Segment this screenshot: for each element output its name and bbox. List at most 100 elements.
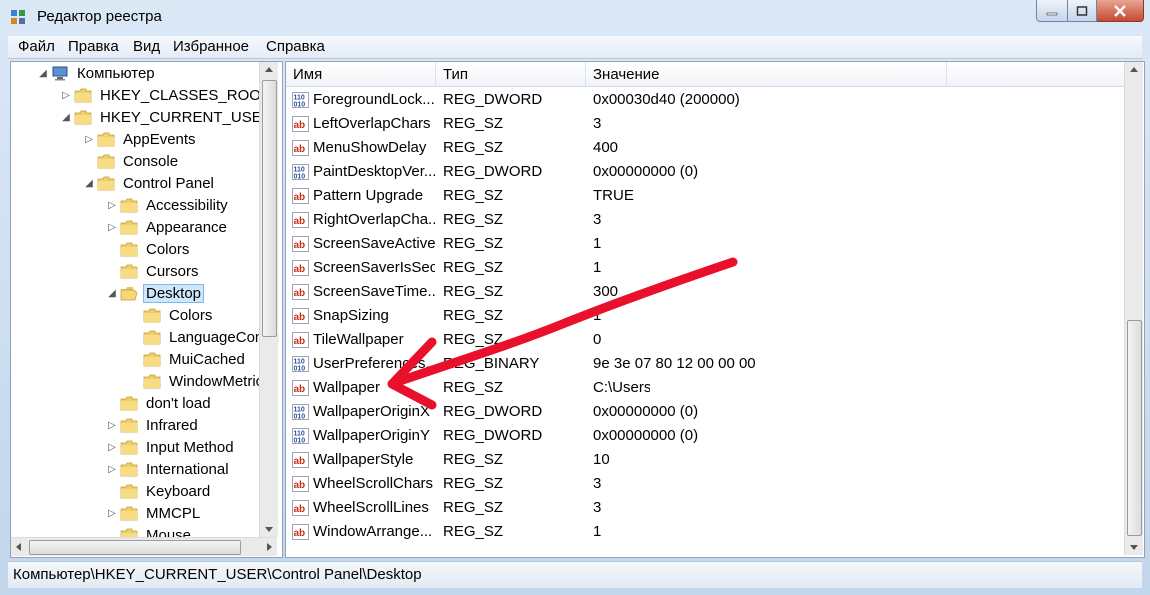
tree-node[interactable]: ▷ Infrared [106, 414, 201, 436]
menu-bar: Файл Правка Вид Избранное Справка [8, 36, 1142, 59]
tree-node-label: MMCPL [146, 504, 201, 522]
value-row[interactable]: ab WheelScrollChars REG_SZ 3 [286, 472, 1124, 496]
scroll-right-icon[interactable] [261, 538, 277, 556]
scroll-up-icon[interactable] [260, 62, 278, 78]
expanded-arrow-icon[interactable]: ◢ [83, 178, 95, 189]
tree-node[interactable]: MuiCached [129, 348, 248, 370]
value-row[interactable]: 110 010 ForegroundLock... REG_DWORD 0x00030d… [286, 88, 1124, 112]
value-row[interactable]: ab WindowArrange... REG_SZ 1 [286, 520, 1124, 544]
title-bar[interactable]: Редактор реестра [0, 0, 1150, 34]
list-vscroll-thumb[interactable] [1127, 320, 1142, 536]
value-row[interactable]: ab ScreenSaverIsSec... REG_SZ 1 [286, 256, 1124, 280]
value-type: REG_SZ [443, 475, 504, 492]
value-row[interactable]: ab TileWallpaper REG_SZ 0 [286, 328, 1124, 352]
scroll-down-icon[interactable] [1125, 539, 1143, 555]
maximize-button[interactable] [1068, 0, 1097, 22]
tree-node[interactable]: WindowMetrics [129, 370, 274, 392]
close-button[interactable] [1097, 0, 1144, 22]
scroll-up-icon[interactable] [1125, 62, 1143, 78]
tree-node[interactable]: ▷ Input Method [106, 436, 237, 458]
value-row[interactable]: ab WheelScrollLines REG_SZ 3 [286, 496, 1124, 520]
tree-node[interactable]: ▷ AppEvents [83, 128, 199, 150]
tree-node-label: Input Method [146, 438, 234, 456]
tree-node[interactable]: don't load [106, 392, 214, 414]
collapsed-arrow-icon[interactable]: ▷ [83, 134, 95, 145]
tree-node[interactable]: ▷ Appearance [106, 216, 230, 238]
svg-text:010: 010 [294, 174, 306, 181]
tree-node[interactable]: Cursors [106, 260, 202, 282]
menu-file[interactable]: Файл [18, 38, 55, 55]
folder-icon [74, 110, 92, 125]
tree-node[interactable]: Colors [129, 304, 215, 326]
svg-text:ab: ab [294, 384, 306, 395]
tree-node[interactable]: ▷ MMCPL [106, 502, 203, 524]
collapsed-arrow-icon[interactable]: ▷ [106, 508, 118, 519]
tree-node[interactable]: Colors [106, 238, 192, 260]
minimize-button[interactable] [1036, 0, 1068, 22]
string-value-icon: ab [292, 500, 309, 516]
value-data: 3 [593, 475, 602, 492]
expanded-arrow-icon[interactable]: ◢ [60, 112, 72, 123]
value-row[interactable]: ab WallpaperStyle REG_SZ 10 [286, 448, 1124, 472]
computer-icon [52, 66, 68, 81]
value-row[interactable]: ab RightOverlapCha... REG_SZ 3 [286, 208, 1124, 232]
collapsed-arrow-icon[interactable]: ▷ [106, 200, 118, 211]
column-header-value[interactable]: Значение [586, 62, 947, 86]
tree-node[interactable]: Console [83, 150, 181, 172]
folder-icon [120, 264, 138, 279]
value-type: REG_SZ [443, 379, 504, 396]
tree-node-label: Cursors [146, 262, 199, 280]
value-row[interactable]: 110 010 WallpaperOriginY REG_DWORD 0x0000000… [286, 424, 1124, 448]
tree-horizontal-scrollbar[interactable] [11, 537, 277, 556]
menu-edit[interactable]: Правка [68, 38, 119, 55]
values-list-pane[interactable]: Имя Тип Значение 110 010 ForegroundLock...… [285, 61, 1145, 558]
scroll-left-icon[interactable] [11, 538, 27, 556]
column-header-type[interactable]: Тип [436, 62, 586, 86]
scroll-down-icon[interactable] [260, 521, 278, 537]
list-vertical-scrollbar[interactable] [1124, 62, 1143, 555]
value-row[interactable]: ab ScreenSaveActive REG_SZ 1 [286, 232, 1124, 256]
value-type: REG_DWORD [443, 91, 543, 108]
value-row[interactable]: ab MenuShowDelay REG_SZ 400 [286, 136, 1124, 160]
tree-node[interactable]: ▷ HKEY_CLASSES_ROOT [60, 84, 273, 106]
expanded-arrow-icon[interactable]: ◢ [37, 68, 49, 79]
tree-node[interactable]: ▷ Accessibility [106, 194, 231, 216]
value-type: REG_SZ [443, 451, 504, 468]
column-header-name[interactable]: Имя [286, 62, 436, 86]
tree-vertical-scrollbar[interactable] [259, 62, 278, 537]
tree-node-label: Appearance [146, 218, 227, 236]
menu-view[interactable]: Вид [133, 38, 160, 55]
string-value-icon: ab [292, 212, 309, 228]
tree-vscroll-thumb[interactable] [262, 80, 277, 337]
tree-node[interactable]: ◢ Компьютер [37, 62, 158, 84]
tree-hscroll-thumb[interactable] [29, 540, 241, 555]
menu-favorites[interactable]: Избранное [173, 38, 249, 55]
folder-icon [97, 176, 115, 191]
collapsed-arrow-icon[interactable]: ▷ [60, 90, 72, 101]
collapsed-arrow-icon[interactable]: ▷ [106, 442, 118, 453]
svg-text:ab: ab [294, 528, 306, 539]
expanded-arrow-icon[interactable]: ◢ [106, 288, 118, 299]
tree-node[interactable]: ◢ Desktop [106, 282, 205, 304]
tree-node[interactable]: ◢ HKEY_CURRENT_USER [60, 106, 276, 128]
string-value-icon: ab [292, 260, 309, 276]
collapsed-arrow-icon[interactable]: ▷ [106, 420, 118, 431]
value-data: 3 [593, 499, 602, 516]
key-tree-pane[interactable]: ◢ Компьютер ▷ HKEY_CLASSES_ROOT ◢ HKEY_CURREN… [10, 61, 283, 558]
value-name: Pattern Upgrade [313, 187, 424, 204]
value-row[interactable]: ab ScreenSaveTime... REG_SZ 300 [286, 280, 1124, 304]
value-row[interactable]: ab Pattern Upgrade REG_SZ TRUE [286, 184, 1124, 208]
tree-node-label: AppEvents [123, 130, 196, 148]
value-row[interactable]: 110 010 PaintDesktopVer... REG_DWORD 0x00000… [286, 160, 1124, 184]
menu-help[interactable]: Справка [266, 38, 325, 55]
tree-node[interactable]: ◢ Control Panel [83, 172, 217, 194]
value-name: LeftOverlapChars [313, 115, 431, 132]
collapsed-arrow-icon[interactable]: ▷ [106, 222, 118, 233]
value-row[interactable]: 110 010 WallpaperOriginX REG_DWORD 0x0000000… [286, 400, 1124, 424]
value-row[interactable]: ab LeftOverlapChars REG_SZ 3 [286, 112, 1124, 136]
svg-text:110: 110 [294, 407, 305, 414]
value-row[interactable]: ab SnapSizing REG_SZ 1 [286, 304, 1124, 328]
collapsed-arrow-icon[interactable]: ▷ [106, 464, 118, 475]
tree-node[interactable]: ▷ International [106, 458, 232, 480]
tree-node[interactable]: Keyboard [106, 480, 213, 502]
